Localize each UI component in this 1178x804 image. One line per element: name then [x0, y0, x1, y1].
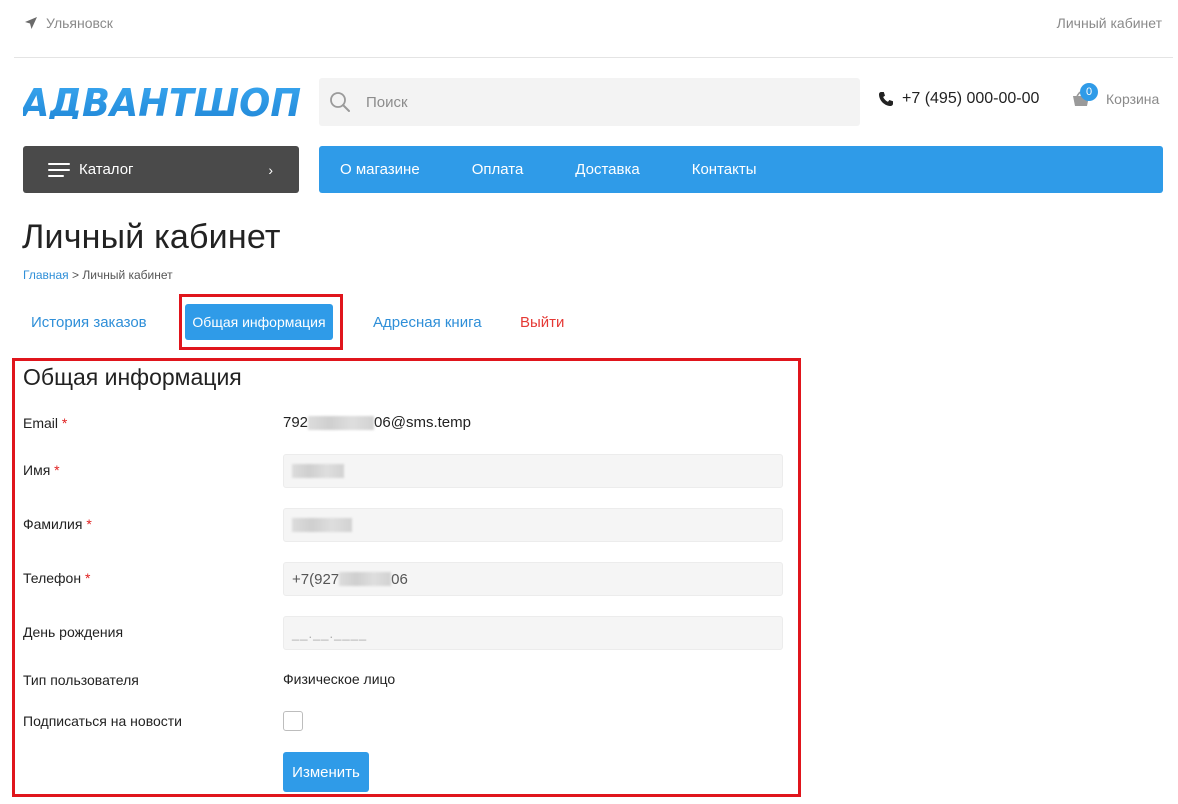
highlight-frame-form: [12, 358, 801, 797]
phone-number[interactable]: +7 (495) 000-00-00: [902, 90, 1039, 108]
menu-item-payment[interactable]: Оплата: [472, 161, 524, 178]
tab-address-book[interactable]: Адресная книга: [373, 314, 482, 331]
logo-text: АДВАНТШОП: [23, 83, 301, 119]
cart[interactable]: 0 Корзина: [1072, 83, 1164, 119]
search-bar[interactable]: [319, 78, 860, 126]
page-title: Личный кабинет: [22, 218, 281, 256]
header-divider: [14, 57, 1173, 58]
city-name[interactable]: Ульяновск: [46, 15, 113, 31]
breadcrumb-separator: >: [68, 268, 83, 282]
search-icon[interactable]: [329, 91, 351, 113]
search-input[interactable]: [366, 93, 826, 111]
cart-count-badge: 0: [1080, 83, 1098, 101]
breadcrumb: Главная > Личный кабинет: [23, 268, 173, 282]
chevron-right-icon: ›: [268, 162, 273, 178]
hamburger-icon: [48, 162, 70, 178]
menu-item-contacts[interactable]: Контакты: [692, 161, 757, 178]
tab-order-history[interactable]: История заказов: [31, 314, 147, 331]
breadcrumb-home[interactable]: Главная: [23, 268, 69, 282]
top-bar: Ульяновск Личный кабинет: [0, 0, 1178, 46]
highlight-frame-tab: [179, 294, 343, 350]
logo-wordmark: АДВАНТШОП: [18, 81, 301, 125]
menu-item-delivery[interactable]: Доставка: [575, 161, 639, 178]
phone-icon: [879, 92, 893, 106]
menu-item-about[interactable]: О магазине: [340, 161, 420, 178]
breadcrumb-current: Личный кабинет: [82, 268, 173, 282]
location-arrow-icon: [25, 17, 37, 29]
main-menu: О магазине Оплата Доставка Контакты: [319, 146, 1163, 193]
cart-label[interactable]: Корзина: [1106, 91, 1159, 107]
catalog-label: Каталог: [79, 161, 134, 178]
catalog-button[interactable]: Каталог ›: [23, 146, 299, 193]
logo[interactable]: АДВАНТШОП: [18, 81, 301, 125]
account-link[interactable]: Личный кабинет: [1057, 15, 1162, 31]
phone-block[interactable]: +7 (495) 000-00-00: [878, 90, 1039, 108]
account-tabs: История заказов Общая информация Адресна…: [0, 300, 700, 346]
tab-logout[interactable]: Выйти: [520, 314, 564, 331]
city-selector[interactable]: Ульяновск: [24, 15, 113, 31]
